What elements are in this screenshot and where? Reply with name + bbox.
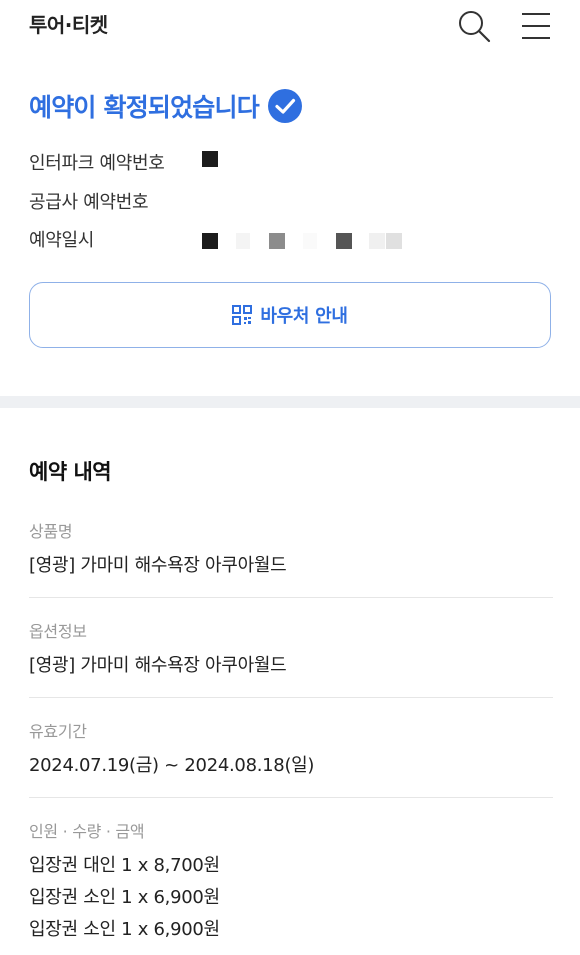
confirmation-section: 예약이 확정되었습니다 인터파크 예약번호 공급사 예약번호 예약일시 바우처 …: [0, 52, 580, 396]
confirmation-title: 예약이 확정되었습니다: [29, 93, 260, 122]
option-info-value: [영광] 가마미 해수욕장 아쿠아월드: [29, 655, 287, 676]
redacted-datetime-block: [236, 233, 250, 249]
voucher-guide-label: 바우처 안내: [260, 306, 348, 327]
redacted-booking-number: [202, 151, 218, 167]
validity-period-value: 2024.07.19(금) ~ 2024.08.18(일): [29, 755, 315, 776]
qr-code-icon: [232, 305, 253, 325]
redacted-datetime-block: [336, 233, 352, 249]
ticket-line-item: 입장권 소인 1 x 6,900원: [29, 919, 220, 940]
voucher-guide-button[interactable]: 바우처 안내: [29, 282, 551, 348]
row-divider: [29, 597, 553, 598]
quantity-price-label: 인원 · 수량 · 금액: [29, 822, 145, 841]
booking-details-title: 예약 내역: [29, 460, 112, 484]
redacted-datetime-block: [369, 233, 385, 249]
search-icon[interactable]: [456, 8, 492, 44]
confirmation-title-row: 예약이 확정되었습니다: [29, 88, 302, 124]
check-badge-icon: [267, 89, 302, 123]
header-title[interactable]: 투어·티켓: [29, 9, 108, 38]
supplier-booking-number-label: 공급사 예약번호: [29, 192, 149, 213]
top-header: 투어·티켓: [0, 0, 580, 52]
redacted-datetime-block: [386, 233, 402, 249]
product-name-value: [영광] 가마미 해수욕장 아쿠아월드: [29, 555, 287, 576]
interpark-booking-number-label: 인터파크 예약번호: [29, 153, 165, 174]
row-divider: [29, 697, 553, 698]
booking-datetime-label: 예약일시: [29, 230, 95, 251]
redacted-datetime-block: [202, 233, 218, 249]
ticket-line-item: 입장권 소인 1 x 6,900원: [29, 887, 220, 908]
redacted-datetime-block: [269, 233, 285, 249]
section-divider: [0, 396, 580, 408]
ticket-line-item: 입장권 대인 1 x 8,700원: [29, 855, 220, 876]
hamburger-menu-icon[interactable]: [518, 8, 554, 44]
validity-period-label: 유효기간: [29, 722, 87, 741]
option-info-label: 옵션정보: [29, 622, 87, 641]
redacted-datetime-block: [303, 233, 317, 249]
product-name-label: 상품명: [29, 522, 73, 541]
row-divider: [29, 797, 553, 798]
